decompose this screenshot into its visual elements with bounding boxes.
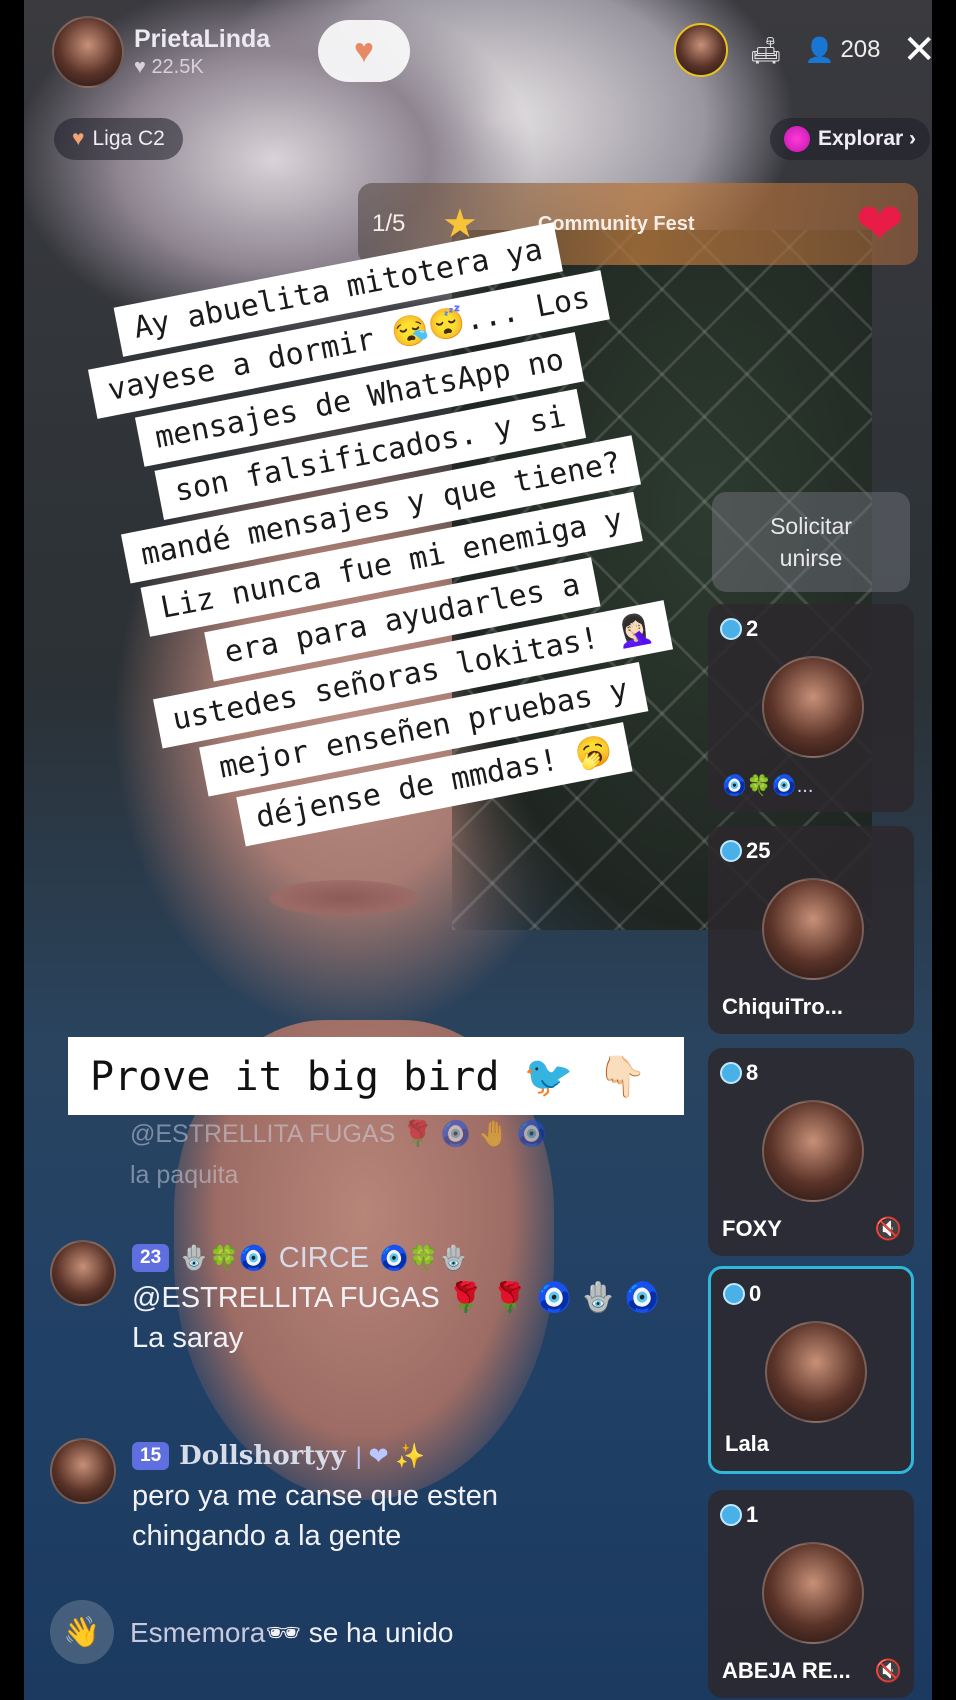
guest-card[interactable]: 25 ChiquiTro... <box>708 826 914 1034</box>
host-avatar[interactable] <box>52 16 124 88</box>
faded-comment: @ESTRELLITA FUGAS 🌹 🧿 🤚 🧿 la paquita <box>130 1120 548 1190</box>
comment-avatar[interactable] <box>50 1240 116 1306</box>
coin-icon <box>720 618 742 640</box>
mic-off-icon: 🔇 <box>874 1216 902 1241</box>
comment-header: 15 Dollshortyy | ❤ ✨ <box>132 1438 498 1474</box>
league-badge[interactable]: ♥ Liga C2 <box>54 118 183 160</box>
viewer-count[interactable]: 👤 208 <box>805 36 881 65</box>
faded-comment-line1: @ESTRELLITA FUGAS 🌹 🧿 🤚 🧿 <box>130 1120 548 1148</box>
guest-avatar <box>765 1321 867 1423</box>
comment-header: 23 🪬🍀🧿 CIRCE 🧿🍀🪬 <box>132 1240 661 1276</box>
coin-icon <box>720 1504 742 1526</box>
guest-coin-count: 25 <box>746 838 771 863</box>
request-join-button[interactable]: Solicitar unirse <box>712 492 910 592</box>
host-likes: ♥ 22.5K <box>134 56 270 79</box>
comment-body: 15 Dollshortyy | ❤ ✨ pero ya me canse qu… <box>132 1438 498 1554</box>
comment-text: chingando a la gente <box>132 1520 402 1552</box>
coin-icon <box>720 840 742 862</box>
guest-coin-badge: 25 <box>720 838 770 864</box>
prove-it-banner: Prove it big bird 🐦 👇🏻 <box>68 1037 684 1115</box>
explore-button[interactable]: Explorar › <box>769 118 930 160</box>
faded-comment-line2: la paquita <box>130 1161 239 1189</box>
wave-hand-icon[interactable]: 👋 <box>50 1600 114 1664</box>
comment-text: La saray <box>132 1322 244 1354</box>
coin-icon <box>720 1062 742 1084</box>
request-join-line1: Solicitar <box>770 513 852 539</box>
guest-avatar <box>762 878 864 980</box>
guest-coin-count: 1 <box>746 1502 759 1527</box>
top-gifter-avatar[interactable] <box>673 23 728 77</box>
guest-card[interactable]: 2 🧿🍀🧿... <box>708 604 914 812</box>
guest-emoji-icons: 🧿🍀🧿... <box>722 775 814 797</box>
guest-name: FOXY <box>722 1216 782 1241</box>
close-icon[interactable]: ✕ <box>902 30 936 70</box>
comment-item[interactable]: 15 Dollshortyy | ❤ ✨ pero ya me canse qu… <box>50 1438 498 1554</box>
heart-icon: ♥ <box>134 56 146 78</box>
guest-coin-count: 2 <box>746 616 759 641</box>
request-join-line2: unirse <box>779 545 843 571</box>
guest-card[interactable]: 8 FOXY 🔇 <box>708 1048 914 1256</box>
guest-coin-badge: 0 <box>723 1281 761 1307</box>
comment-emojis: | ❤ ✨ <box>355 1442 426 1470</box>
text-sticker: Ay abuelita mitotera ya vayese a dormir … <box>49 210 724 864</box>
guest-card-active[interactable]: 0 Lala <box>708 1266 914 1474</box>
viewer-count-value: 208 <box>840 36 881 63</box>
comment-body: 23 🪬🍀🧿 CIRCE 🧿🍀🪬 @ESTRELLITA FUGAS 🌹 🌹 🧿… <box>132 1240 661 1356</box>
join-notification: 👋 Esmemora🕶 se ha unido <box>50 1600 454 1664</box>
explore-label: Explorar › <box>817 127 916 150</box>
diamond-icon: ♥ <box>72 127 85 150</box>
guest-coin-count: 0 <box>749 1281 762 1306</box>
comment-text: @ESTRELLITA FUGAS 🌹 🌹 🧿 🪬 🧿 <box>132 1282 661 1314</box>
glasses-icon: 🕶 <box>265 1616 301 1648</box>
mic-off-icon: 🔇 <box>874 1658 902 1683</box>
host-name: PrietaLinda <box>134 25 271 53</box>
comment-text: pero ya me canse que esten <box>132 1480 498 1512</box>
guest-coin-badge: 1 <box>720 1502 758 1528</box>
guest-name: ABEJA RE... <box>722 1658 851 1683</box>
explore-dot-icon <box>783 126 810 152</box>
guest-coin-badge: 8 <box>720 1060 758 1086</box>
league-label: Liga C2 <box>92 127 165 150</box>
fest-count: 1/5 <box>372 210 406 237</box>
comment-username[interactable]: Dollshortyy <box>179 1441 345 1471</box>
guest-name: Lala <box>725 1431 770 1456</box>
comment-username[interactable]: CIRCE <box>279 1242 369 1275</box>
hearts-gift-icon: ❤ <box>855 192 904 257</box>
coin-icon <box>723 1283 745 1305</box>
level-badge: 15 <box>132 1442 170 1470</box>
guest-card[interactable]: 1 ABEJA RE... 🔇 <box>708 1490 914 1698</box>
guest-avatar <box>762 1542 864 1644</box>
comment-emojis: 🪬🍀🧿 <box>179 1244 269 1272</box>
streamer-lips <box>269 880 419 916</box>
join-username: Esmemora <box>130 1616 266 1648</box>
guest-coin-badge: 2 <box>720 616 758 642</box>
top-right-controls: 🛋 👤 208 ✕ <box>673 20 936 80</box>
guest-avatar <box>762 1100 864 1202</box>
follow-button[interactable]: ♥ <box>318 20 410 82</box>
join-suffix: se ha unido <box>308 1616 454 1648</box>
couch-icon[interactable]: 🛋 <box>750 35 783 66</box>
comment-avatar[interactable] <box>50 1438 116 1504</box>
guest-name: ChiquiTro... <box>722 994 843 1019</box>
host-likes-count: 22.5K <box>151 56 204 78</box>
guest-coin-count: 8 <box>746 1060 759 1085</box>
join-text: Esmemora🕶 se ha unido <box>130 1616 454 1649</box>
host-text: PrietaLinda ♥ 22.5K <box>134 25 270 79</box>
comment-item[interactable]: 23 🪬🍀🧿 CIRCE 🧿🍀🪬 @ESTRELLITA FUGAS 🌹 🌹 🧿… <box>50 1240 661 1356</box>
person-icon: 👤 <box>804 36 835 64</box>
guest-avatar <box>762 656 864 758</box>
comment-emojis: 🧿🍀🪬 <box>379 1244 469 1272</box>
level-badge: 23 <box>132 1244 170 1272</box>
heart-follow-icon: ♥ <box>353 32 375 70</box>
